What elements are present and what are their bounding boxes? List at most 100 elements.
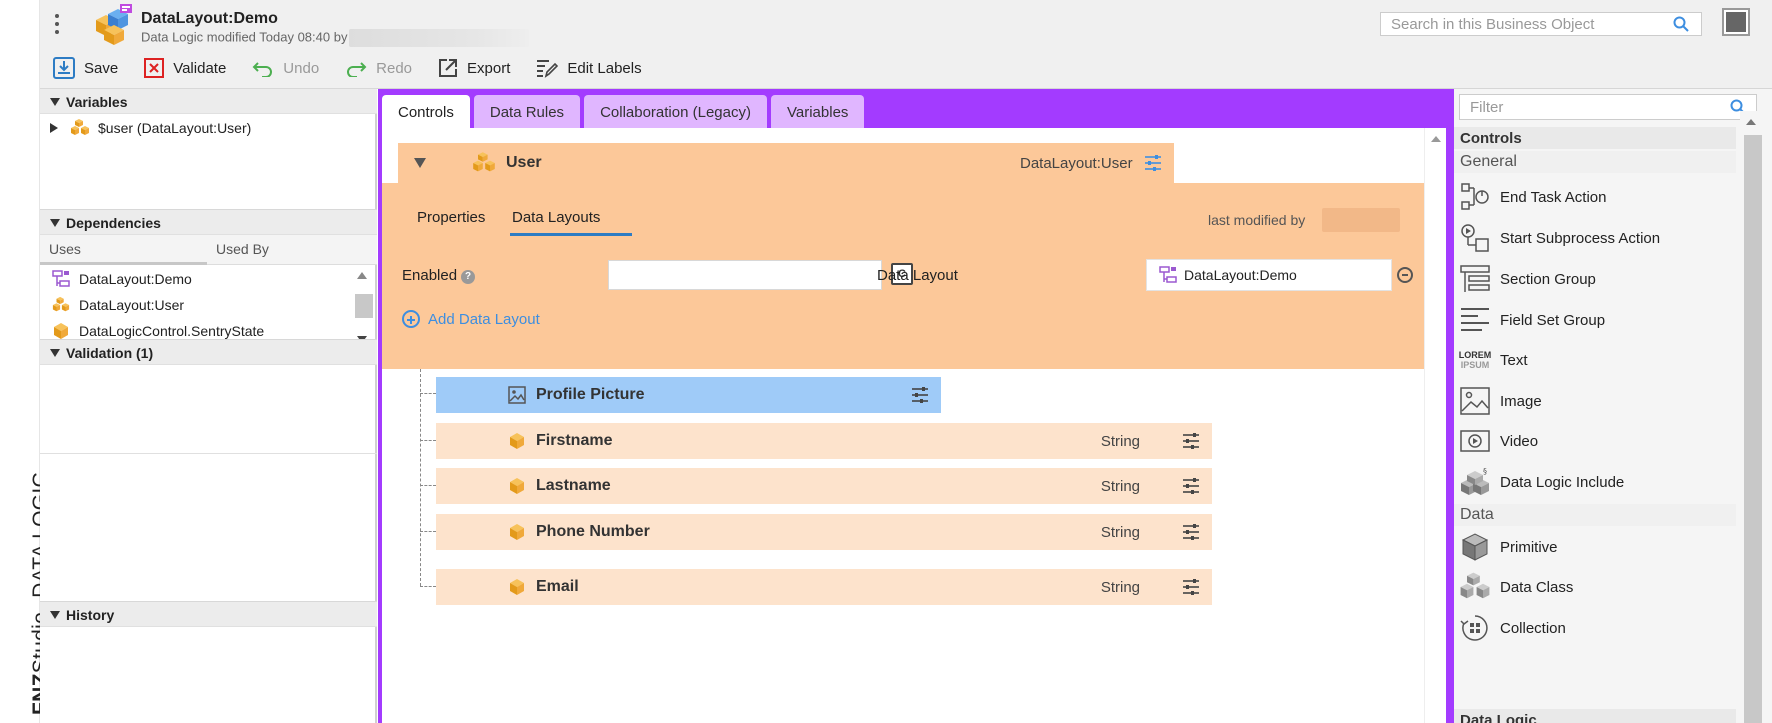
variables-section-header[interactable]: Variables	[40, 88, 377, 114]
field-row-firstname[interactable]: Firstname String	[436, 423, 1212, 459]
canvas-scrollbar[interactable]	[1424, 128, 1446, 723]
expand-triangle-icon[interactable]	[50, 123, 58, 133]
primitive-icon	[510, 433, 524, 449]
palette-item-field-set-group[interactable]: Field Set Group	[1458, 300, 1728, 340]
tab-data-rules[interactable]: Data Rules	[473, 95, 581, 128]
edit-labels-icon	[537, 60, 559, 78]
redo-icon	[347, 62, 367, 77]
redo-button[interactable]: Redo	[332, 53, 425, 83]
dependencies-section-header[interactable]: Dependencies	[40, 209, 377, 235]
settings-sliders-icon[interactable]	[1182, 477, 1200, 495]
data-layout-logo-icon	[96, 4, 132, 45]
remove-icon[interactable]	[1397, 267, 1413, 283]
settings-sliders-icon[interactable]	[1182, 578, 1200, 596]
data-class-icon	[71, 119, 89, 135]
enabled-text: Enabled	[402, 267, 458, 284]
undo-button[interactable]: Undo	[239, 53, 332, 83]
validate-button[interactable]: Validate	[131, 53, 239, 83]
add-data-layout-button[interactable]: Add Data Layout	[402, 310, 540, 328]
scroll-thumb[interactable]	[355, 294, 373, 318]
dependency-item[interactable]: DataLayout:Demo	[52, 270, 192, 288]
scroll-up-icon[interactable]	[1431, 136, 1441, 142]
field-row-email[interactable]: Email String	[436, 569, 1212, 605]
tree-connector	[420, 393, 436, 394]
subtab-properties[interactable]: Properties	[417, 209, 485, 226]
dependencies-scrollbar[interactable]	[352, 268, 373, 350]
primitive-icon	[510, 524, 524, 540]
video-icon	[1460, 430, 1490, 452]
palette-item-data-class[interactable]: Data Class	[1458, 567, 1728, 607]
tab-collaboration-legacy[interactable]: Collaboration (Legacy)	[584, 95, 767, 128]
field-name: Profile Picture	[536, 386, 645, 403]
editor-area: Controls Data Rules Collaboration (Legac…	[378, 89, 1450, 723]
window-toggle-icon[interactable]	[1722, 8, 1750, 36]
ipsum-line: IPSUM	[1460, 360, 1490, 370]
field-row-lastname[interactable]: Lastname String	[436, 468, 1212, 504]
field-row-profile-picture[interactable]: Profile Picture	[436, 377, 941, 413]
enabled-label: Enabled?	[402, 267, 476, 284]
subtab-data-layouts[interactable]: Data Layouts	[512, 209, 600, 226]
variable-item-user[interactable]: $user (DataLayout:User)	[50, 119, 251, 137]
add-icon	[402, 310, 420, 328]
data-layout-value: DataLayout:Demo	[1184, 267, 1297, 283]
palette-item-start-subprocess-action[interactable]: Start Subprocess Action	[1458, 218, 1728, 258]
palette-item-text[interactable]: LOREM IPSUM Text	[1458, 340, 1728, 380]
primitive-icon	[54, 323, 68, 339]
palette-item-image[interactable]: Image	[1458, 381, 1728, 421]
palette-item-collection[interactable]: Collection	[1458, 608, 1728, 648]
redo-label: Redo	[376, 59, 413, 77]
app-root: FNZStudioDATA LOGIC DataLayout:Demo Data…	[0, 0, 1772, 723]
data-logic-section-header: Data Logic	[1454, 709, 1736, 723]
enabled-input[interactable]	[608, 260, 882, 290]
search-input[interactable]: Search in this Business Object	[1380, 12, 1702, 36]
tab-used-by[interactable]: Used By	[216, 241, 269, 257]
object-type: DataLayout:User	[1020, 155, 1133, 172]
settings-sliders-icon[interactable]	[1182, 523, 1200, 541]
export-button[interactable]: Export	[425, 53, 523, 83]
dependency-item[interactable]: DataLayout:User	[52, 296, 184, 314]
history-section-header[interactable]: History	[40, 601, 377, 627]
field-type: String	[1100, 478, 1140, 495]
palette-item-video[interactable]: Video	[1458, 421, 1728, 461]
modified-text: Data Logic modified Today 08:40 by	[141, 29, 348, 45]
palette-scrollbar[interactable]	[1740, 111, 1762, 723]
data-layout-field[interactable]: DataLayout:Demo	[1146, 259, 1392, 291]
search-icon[interactable]	[1673, 16, 1689, 32]
dependency-item[interactable]: DataLogicControl.SentryState	[52, 322, 264, 340]
tab-controls[interactable]: Controls	[382, 95, 470, 128]
tab-variables[interactable]: Variables	[770, 95, 865, 128]
dependencies-title: Dependencies	[66, 215, 161, 231]
settings-sliders-icon[interactable]	[1144, 154, 1162, 172]
divider	[40, 453, 377, 454]
collapse-triangle-icon[interactable]	[414, 158, 426, 168]
data-class-icon	[52, 296, 70, 312]
help-icon[interactable]: ?	[461, 270, 476, 284]
palette-item-data-logic-include[interactable]: § Data Logic Include	[1458, 462, 1728, 502]
active-tab-indicator	[40, 262, 207, 265]
settings-sliders-icon[interactable]	[911, 386, 929, 404]
svg-text:§: §	[1483, 467, 1487, 476]
primitive-icon	[510, 579, 524, 595]
field-type: String	[1100, 579, 1140, 596]
scroll-up-icon[interactable]	[1746, 119, 1756, 125]
settings-sliders-icon[interactable]	[1182, 432, 1200, 450]
edit-labels-button[interactable]: Edit Labels	[523, 53, 654, 83]
palette-item-label: Field Set Group	[1500, 311, 1606, 329]
start-subprocess-icon	[1461, 224, 1489, 252]
scroll-thumb[interactable]	[1744, 135, 1762, 723]
palette-item-section-group[interactable]: Section Group	[1458, 259, 1728, 299]
tab-uses[interactable]: Uses	[49, 241, 81, 257]
palette-item-end-task-action[interactable]: End Task Action	[1458, 177, 1728, 217]
primitive-cube-icon	[1461, 533, 1489, 561]
palette-item-label: Collection	[1500, 619, 1566, 637]
scroll-up-icon[interactable]	[357, 272, 367, 279]
field-row-phone-number[interactable]: Phone Number String	[436, 514, 1212, 550]
last-modified-label: last modified by	[1208, 212, 1306, 228]
kebab-menu-icon[interactable]	[54, 14, 60, 36]
object-header[interactable]: User DataLayout:User	[398, 143, 1174, 183]
palette-item-primitive[interactable]: Primitive	[1458, 527, 1728, 567]
save-button[interactable]: Save	[40, 53, 131, 83]
export-icon	[439, 59, 458, 77]
validation-section-header[interactable]: Validation (1)	[40, 339, 377, 365]
filter-input[interactable]: Filter	[1459, 94, 1757, 120]
